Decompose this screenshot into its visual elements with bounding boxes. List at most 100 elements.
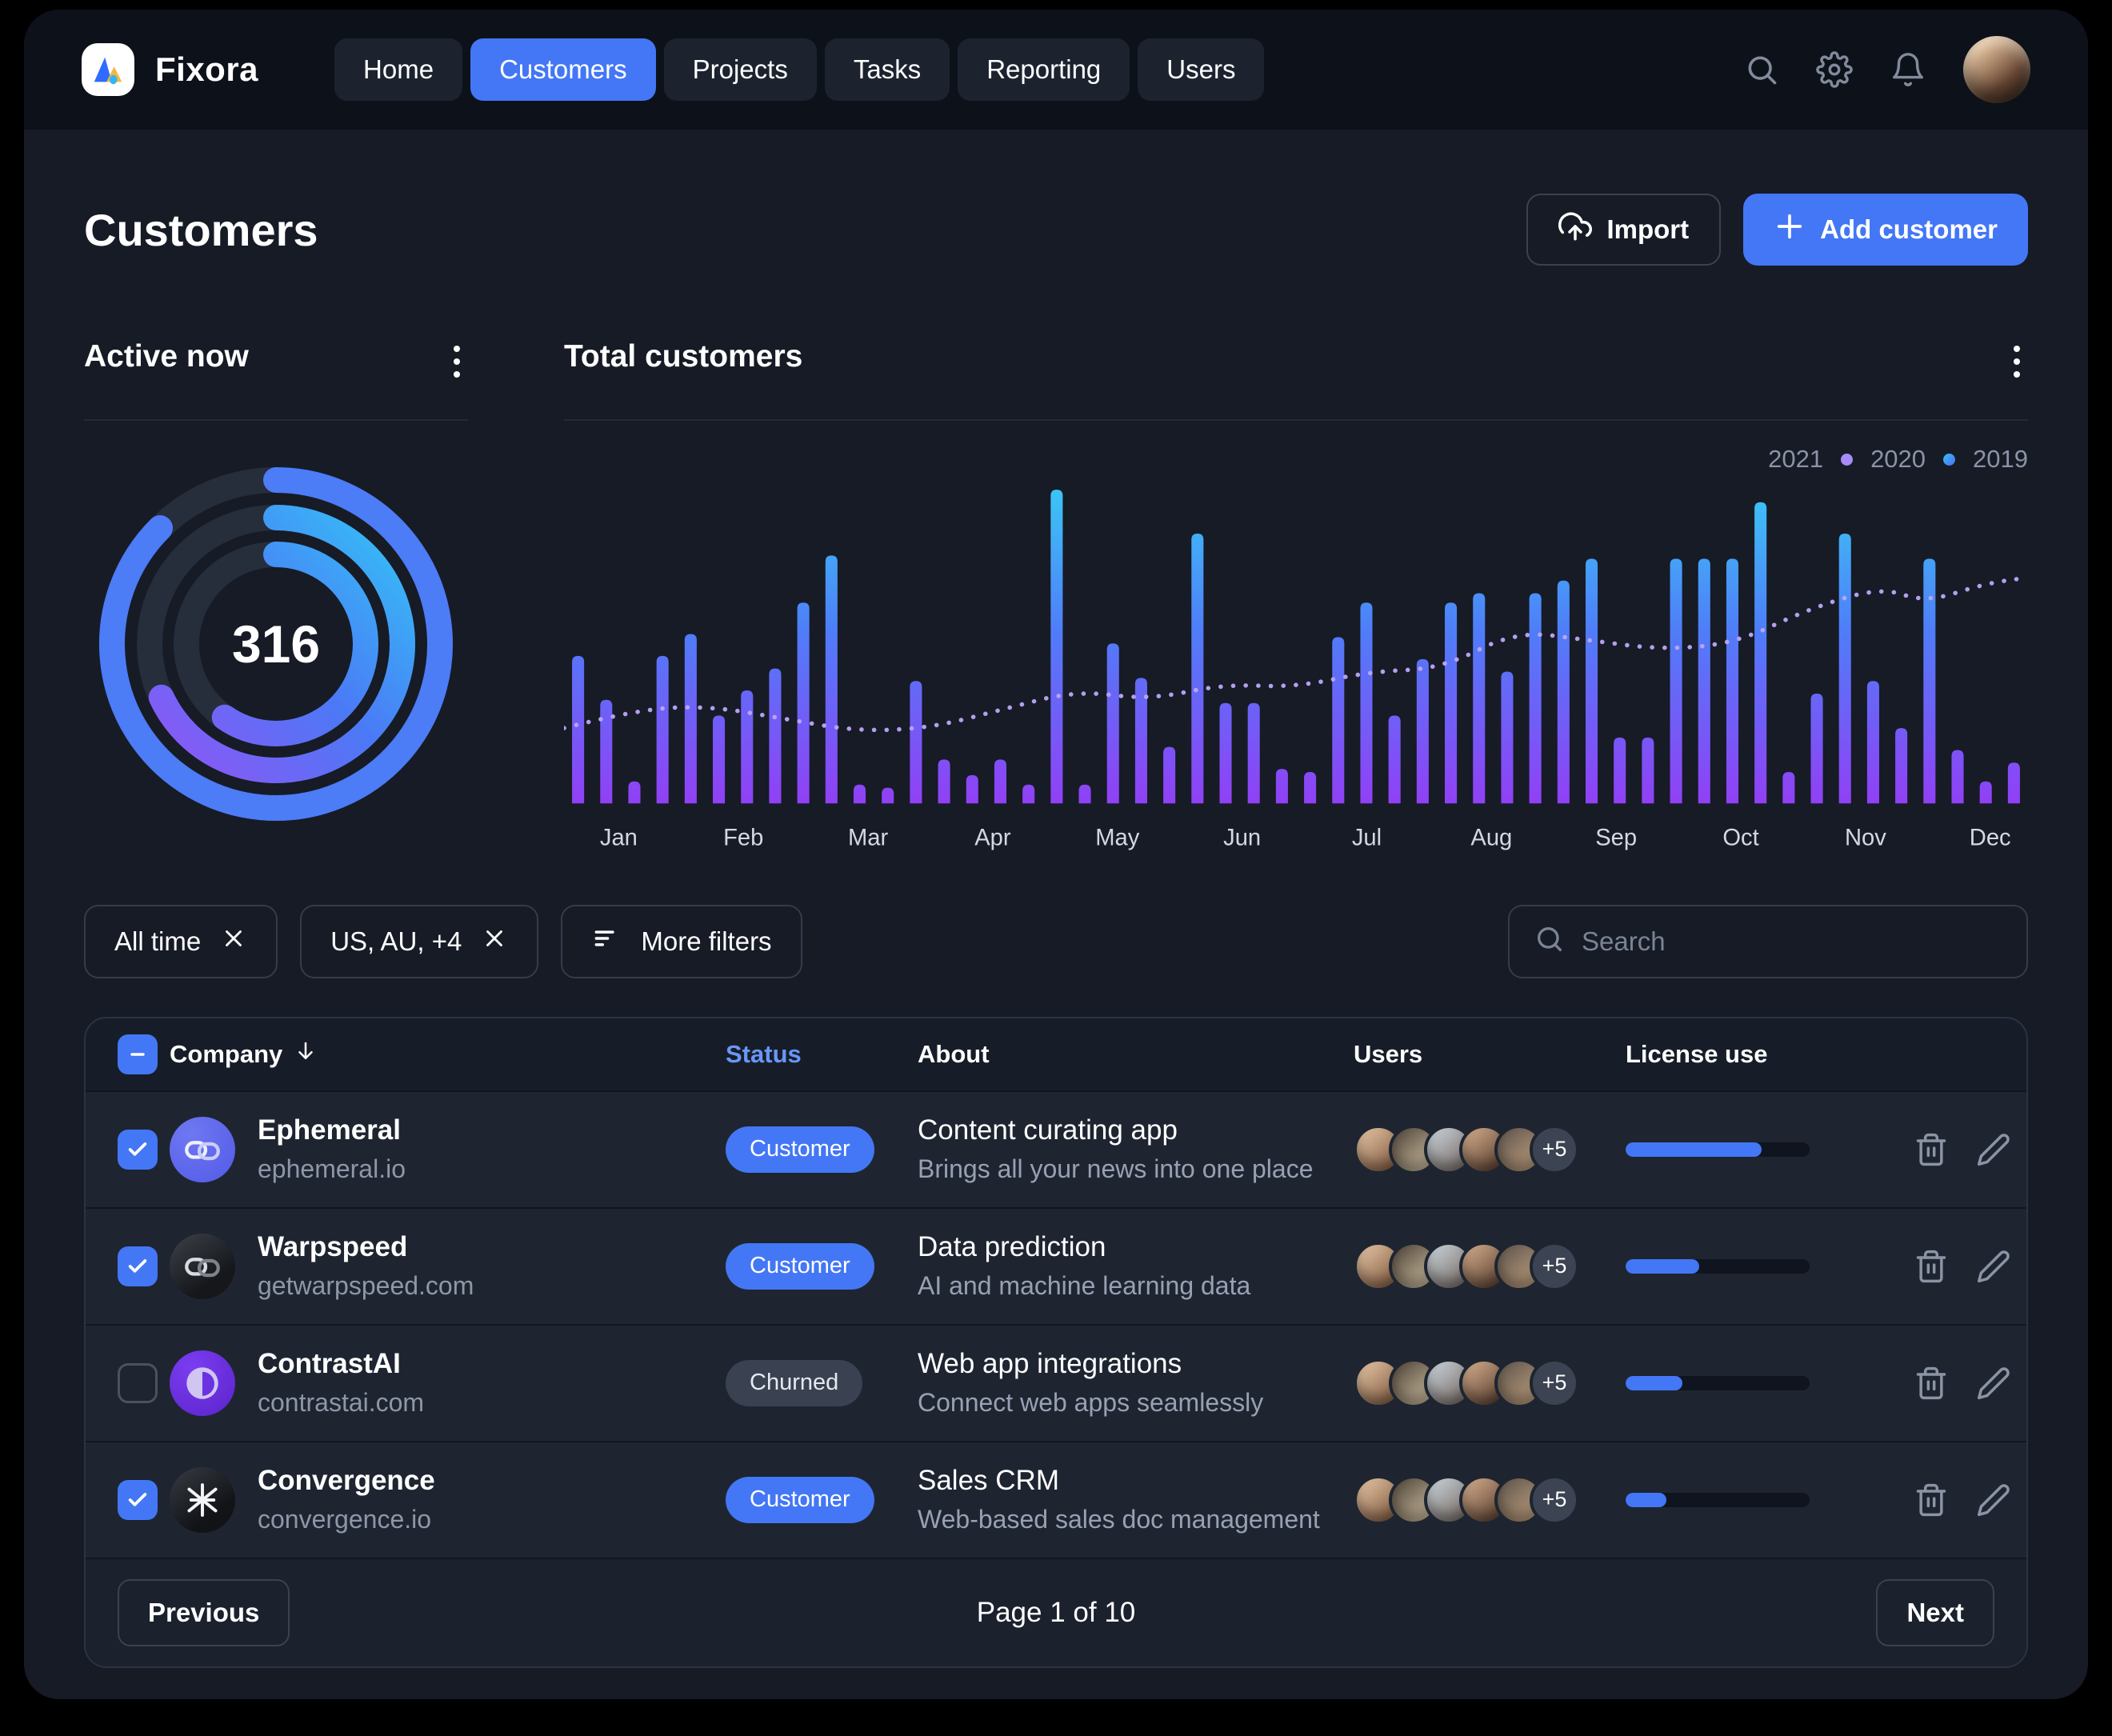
company-logo-link-indigo-icon — [170, 1117, 235, 1182]
svg-text:Jul: Jul — [1352, 826, 1382, 851]
table-row-ephemeral: Ephemeralephemeral.ioCustomerContent cur… — [86, 1092, 2026, 1209]
company-domain: convergence.io — [258, 1505, 726, 1534]
add-customer-button[interactable]: Add customer — [1743, 194, 2028, 266]
search-input[interactable] — [1582, 926, 2002, 957]
table-footer: Previous Page 1 of 10 Next — [86, 1559, 2026, 1666]
column-license-use[interactable]: License use — [1626, 1040, 1914, 1069]
svg-text:Dec: Dec — [1970, 826, 2011, 851]
svg-text:Jan: Jan — [600, 826, 638, 851]
extra-users-badge[interactable]: +5 — [1530, 1475, 1579, 1525]
license-use-bar — [1626, 1493, 1810, 1507]
filter-chip-more-filters[interactable]: More filters — [561, 905, 802, 978]
filter-chip-all-time[interactable]: All time — [84, 905, 278, 978]
total-customers-title: Total customers — [564, 339, 802, 374]
select-all-checkbox[interactable] — [118, 1034, 158, 1074]
delete-trash-icon[interactable] — [1914, 1366, 1949, 1401]
column-company[interactable]: Company — [170, 1040, 282, 1069]
header-actions — [1744, 36, 2030, 103]
search-field[interactable] — [1508, 905, 2028, 978]
delete-trash-icon[interactable] — [1914, 1482, 1949, 1518]
table-row-contrastai: ContrastAI contrastai.comChurned Web app i… — [86, 1326, 2026, 1442]
chart-legend: 202120202019 — [564, 445, 2028, 474]
app-window: Fixora HomeCustomersProjectsTasksReporti… — [24, 10, 2088, 1699]
svg-text:Mar: Mar — [848, 826, 888, 851]
active-now-card: Active now 316 — [84, 339, 468, 857]
brand: Fixora — [82, 43, 258, 96]
legend-dot — [1943, 454, 1955, 466]
import-label: Import — [1606, 214, 1689, 245]
gear-icon[interactable] — [1816, 51, 1853, 88]
company-name[interactable]: Warpspeed — [258, 1231, 726, 1263]
column-about[interactable]: About — [918, 1040, 1354, 1069]
search-icon[interactable] — [1744, 52, 1779, 87]
edit-pencil-icon[interactable] — [1976, 1366, 2011, 1401]
row-checkbox[interactable] — [118, 1363, 158, 1403]
import-button[interactable]: Import — [1526, 194, 1721, 266]
extra-users-badge[interactable]: +5 — [1530, 1242, 1579, 1291]
table-header: Company Status About Users License use — [86, 1018, 2026, 1092]
row-checkbox[interactable] — [118, 1130, 158, 1170]
nav-item-tasks[interactable]: Tasks — [825, 38, 950, 101]
delete-trash-icon[interactable] — [1914, 1132, 1949, 1167]
company-logo-asterisk-icon — [170, 1467, 235, 1533]
bell-icon[interactable] — [1890, 51, 1926, 88]
active-now-value: 316 — [80, 448, 472, 840]
table-row-warpspeed: Warpspeedgetwarpspeed.comCustomerData pr… — [86, 1209, 2026, 1326]
row-checkbox[interactable] — [118, 1246, 158, 1286]
company-logo-link-dark-icon — [170, 1234, 235, 1299]
status-badge: Customer — [726, 1243, 874, 1290]
svg-text:Aug: Aug — [1470, 826, 1512, 851]
column-status[interactable]: Status — [726, 1040, 918, 1069]
kebab-menu-icon[interactable] — [2006, 339, 2028, 384]
company-domain: contrastai.com — [258, 1388, 726, 1418]
status-badge: Churned — [726, 1360, 862, 1406]
users-avatar-group: +5 — [1354, 1475, 1626, 1525]
nav-item-customers[interactable]: Customers — [470, 38, 656, 101]
brand-name: Fixora — [155, 50, 258, 89]
company-domain: ephemeral.io — [258, 1154, 726, 1184]
filter-chip-us-au-4[interactable]: US, AU, +4 — [300, 905, 538, 978]
sort-arrow-down-icon — [294, 1039, 318, 1070]
users-avatar-group: +5 — [1354, 1125, 1626, 1174]
about-subtitle: AI and machine learning data — [918, 1271, 1354, 1301]
page-title: Customers — [84, 204, 318, 256]
filter-lines-icon — [591, 923, 622, 960]
row-checkbox[interactable] — [118, 1480, 158, 1520]
kebab-menu-icon[interactable] — [446, 339, 468, 384]
previous-button[interactable]: Previous — [118, 1579, 290, 1646]
legend-label-2021: 2021 — [1768, 445, 1823, 474]
delete-trash-icon[interactable] — [1914, 1249, 1949, 1284]
license-use-bar — [1626, 1142, 1810, 1157]
filter-row: All time US, AU, +4 More filters — [84, 905, 2028, 978]
nav-item-reporting[interactable]: Reporting — [958, 38, 1130, 101]
nav-item-projects[interactable]: Projects — [664, 38, 817, 101]
license-use-bar — [1626, 1376, 1810, 1390]
company-name[interactable]: ContrastAI — [258, 1348, 726, 1380]
active-now-donut-chart: 316 — [80, 448, 472, 840]
about-title: Web app integrations — [918, 1348, 1354, 1380]
company-name[interactable]: Ephemeral — [258, 1114, 726, 1146]
legend-dot — [1841, 454, 1853, 466]
close-icon[interactable] — [481, 925, 508, 958]
close-icon[interactable] — [220, 925, 247, 958]
next-button[interactable]: Next — [1876, 1579, 1994, 1646]
main-nav: HomeCustomersProjectsTasksReportingUsers — [334, 38, 1264, 101]
edit-pencil-icon[interactable] — [1976, 1249, 2011, 1284]
users-avatar-group: +5 — [1354, 1358, 1626, 1408]
company-logo-contrast-icon — [170, 1350, 235, 1416]
nav-item-users[interactable]: Users — [1138, 38, 1264, 101]
company-name[interactable]: Convergence — [258, 1465, 726, 1497]
total-customers-bar-chart: JanFebMarAprMayJunJulAugSepOctNovDec — [564, 478, 2028, 857]
extra-users-badge[interactable]: +5 — [1530, 1125, 1579, 1174]
extra-users-badge[interactable]: +5 — [1530, 1358, 1579, 1408]
column-users[interactable]: Users — [1354, 1040, 1626, 1069]
edit-pencil-icon[interactable] — [1976, 1482, 2011, 1518]
about-subtitle: Web-based sales doc management — [918, 1505, 1354, 1534]
about-subtitle: Brings all your news into one place — [918, 1154, 1354, 1184]
user-avatar[interactable] — [1963, 36, 2030, 103]
total-customers-card: Total customers 202120202019 JanFebMarAp… — [564, 339, 2028, 857]
upload-cloud-icon — [1558, 210, 1592, 250]
edit-pencil-icon[interactable] — [1976, 1132, 2011, 1167]
nav-item-home[interactable]: Home — [334, 38, 462, 101]
table-row-convergence: Convergenceconvergence.ioCustomerSales C… — [86, 1442, 2026, 1559]
